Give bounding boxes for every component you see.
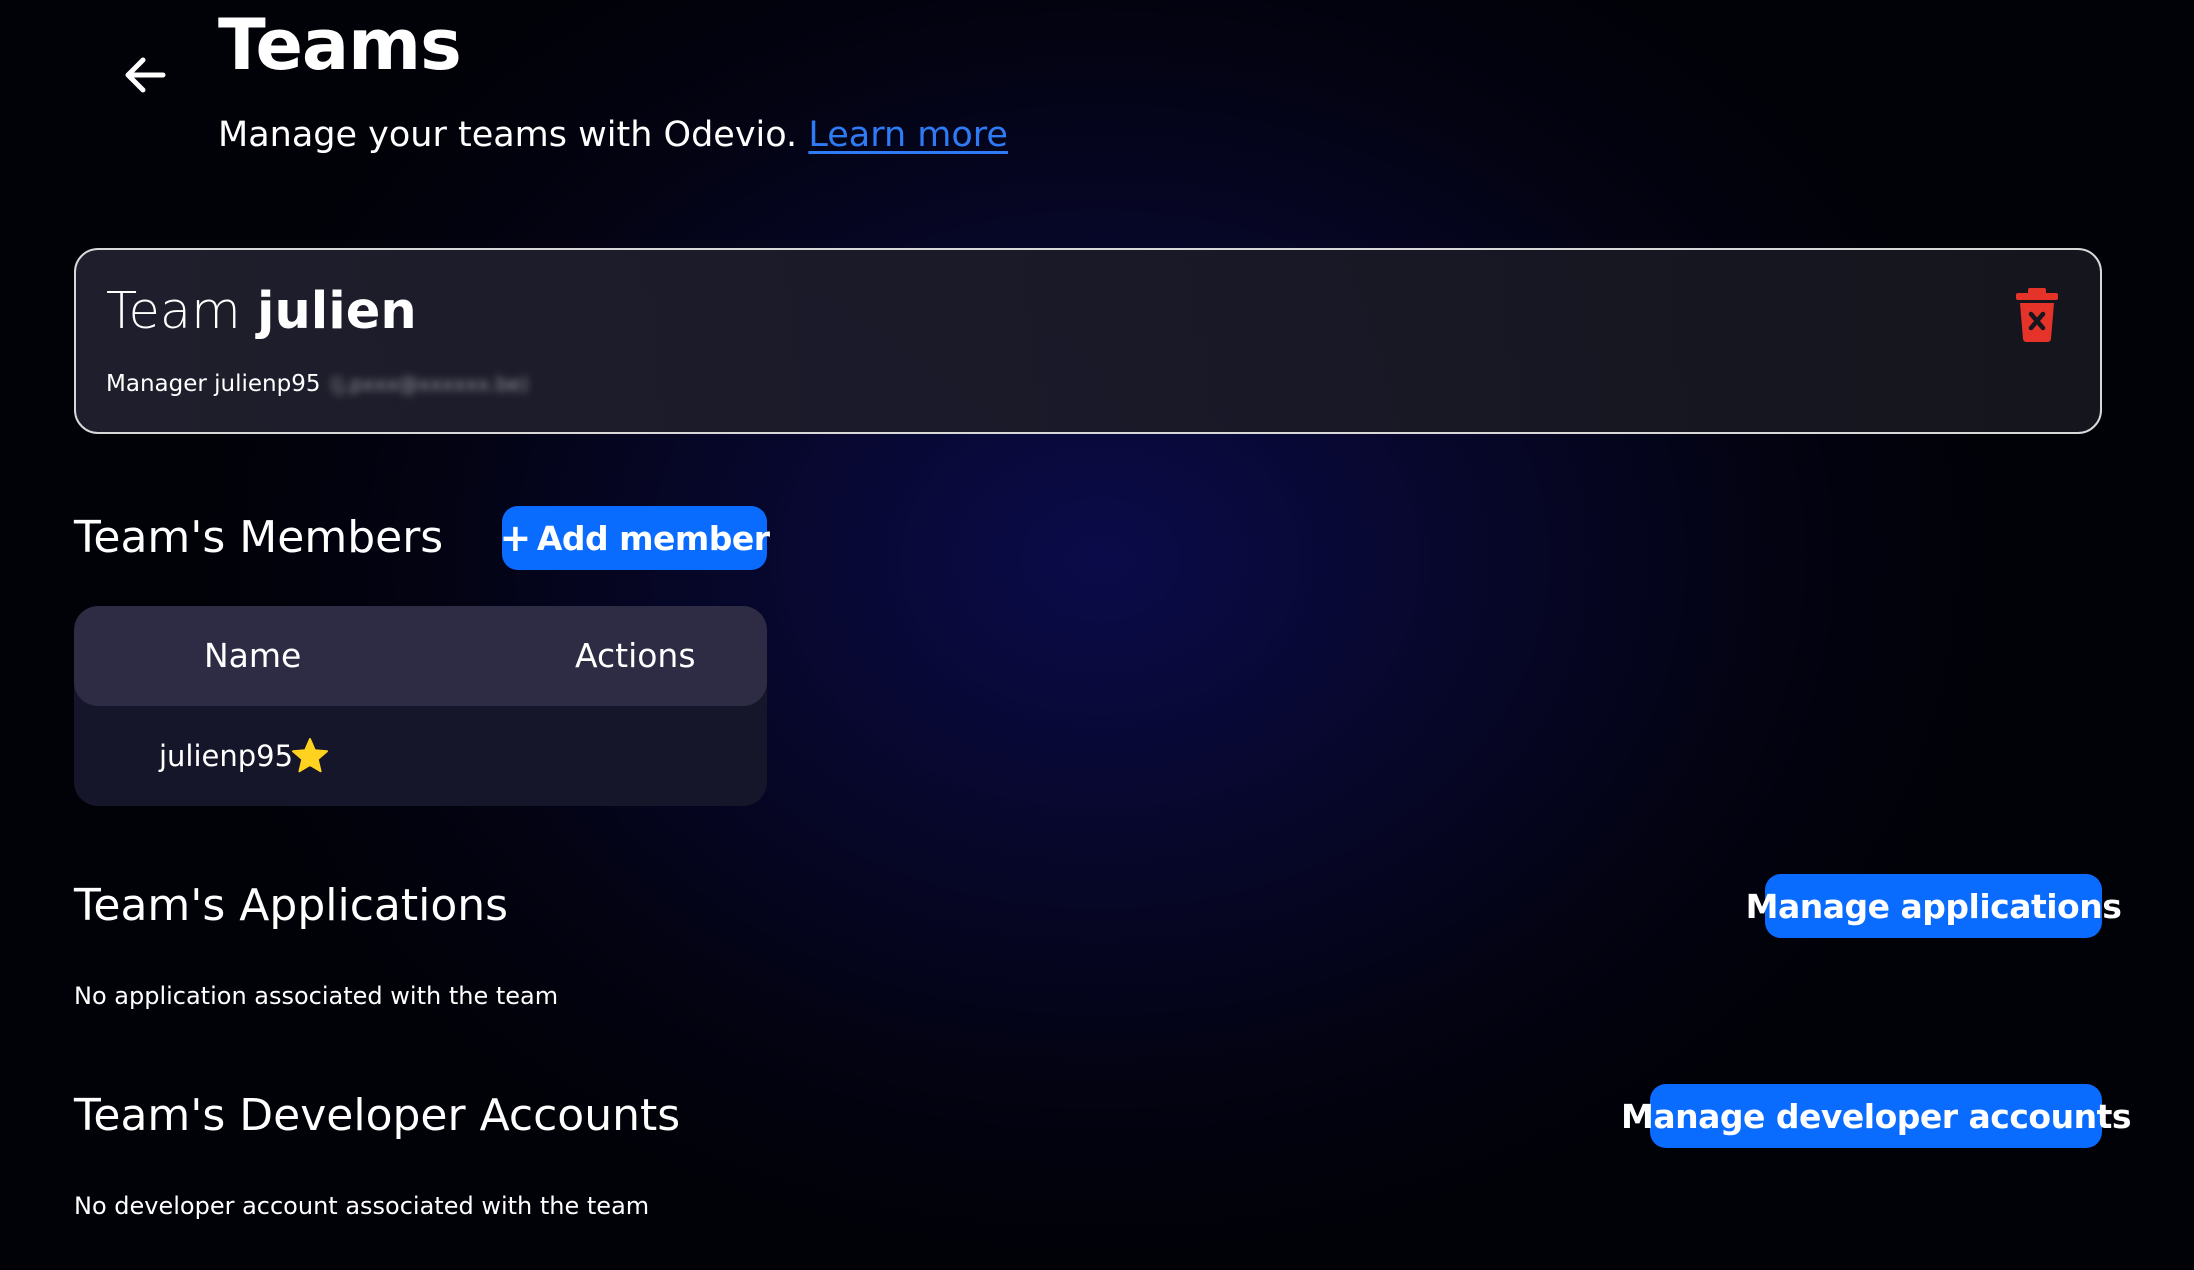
manage-developer-accounts-button[interactable]: Manage developer accounts bbox=[1621, 1084, 2132, 1148]
plus-icon: + bbox=[499, 516, 531, 560]
manager-email-redacted: (j.pxxx@xxxxxx.be) bbox=[330, 372, 529, 396]
applications-empty-message: No application associated with the team bbox=[74, 982, 559, 1010]
manager-line: Manager julienp95 (j.pxxx@xxxxxx.be) bbox=[106, 368, 529, 400]
delete-team-button[interactable] bbox=[2014, 288, 2060, 342]
members-section-title: Team's Members bbox=[74, 512, 444, 563]
star-icon bbox=[292, 738, 328, 773]
team-name: julien bbox=[257, 282, 417, 341]
developer-accounts-section-title: Team's Developer Accounts bbox=[74, 1090, 681, 1141]
manage-applications-button[interactable]: Manage applications bbox=[1746, 874, 2122, 938]
column-header-actions: Actions bbox=[575, 636, 696, 675]
manager-label: Manager julienp95 bbox=[106, 371, 321, 397]
table-row: julienp95 bbox=[74, 706, 767, 806]
add-member-label: Add member bbox=[536, 518, 770, 558]
column-header-name: Name bbox=[204, 636, 302, 675]
subtitle-text: Manage your teams with Odevio. bbox=[218, 115, 798, 155]
team-card: Team julien Manager julienp95 (j.pxxx@xxx… bbox=[74, 248, 2102, 434]
table-header: Name Actions bbox=[74, 606, 767, 706]
applications-section-title: Team's Applications bbox=[74, 880, 509, 931]
developer-accounts-empty-message: No developer account associated with the… bbox=[74, 1192, 650, 1220]
add-member-button[interactable]: + Add member bbox=[499, 506, 770, 570]
learn-more-link[interactable]: Learn more bbox=[808, 115, 1008, 155]
member-name: julienp95 bbox=[159, 739, 294, 773]
page-subtitle: Manage your teams with Odevio. Learn mor… bbox=[218, 110, 1008, 160]
team-name-heading: Team julien bbox=[106, 280, 417, 344]
arrow-left-icon bbox=[125, 57, 166, 93]
team-prefix: Team bbox=[106, 282, 241, 341]
back-button[interactable] bbox=[110, 40, 180, 110]
members-table: Name Actions julienp95 bbox=[74, 606, 767, 806]
trash-icon bbox=[2016, 288, 2058, 342]
page-title: Teams bbox=[218, 4, 462, 86]
